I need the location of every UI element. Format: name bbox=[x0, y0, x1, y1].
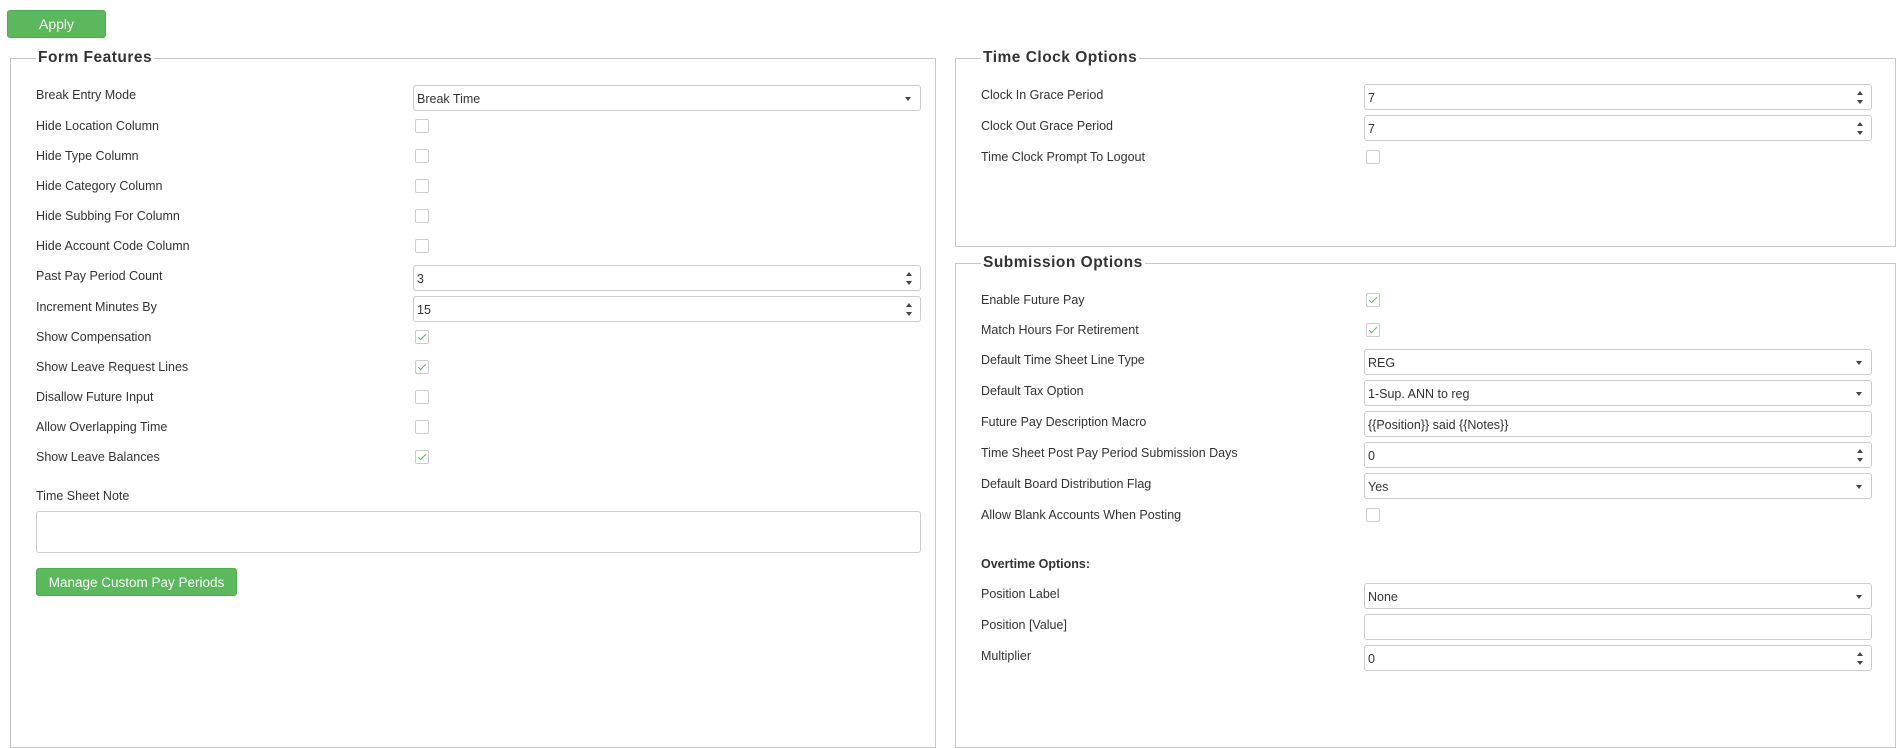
clock-out-grace-period-input[interactable]: 7 bbox=[1364, 115, 1872, 141]
spinner-down-icon[interactable] bbox=[1857, 458, 1863, 462]
allow-blank-accounts-label: Allow Blank Accounts When Posting bbox=[981, 508, 1182, 522]
future-pay-description-macro-value: {{Position}} said {{Notes}} bbox=[1368, 418, 1509, 432]
spinner-down-icon[interactable] bbox=[1857, 661, 1863, 665]
show-leave-balances-checkbox[interactable] bbox=[415, 450, 429, 464]
disallow-future-input-checkbox[interactable] bbox=[415, 390, 429, 404]
increment-minutes-by-label: Increment Minutes By bbox=[36, 300, 157, 314]
show-leave-request-lines-label: Show Leave Request Lines bbox=[36, 360, 189, 374]
spinner-down-icon[interactable] bbox=[906, 312, 912, 316]
overtime-options-heading: Overtime Options: bbox=[981, 557, 1091, 571]
multiplier-label: Multiplier bbox=[981, 649, 1032, 663]
time-clock-options-panel: Time Clock Options Clock In Grace Period… bbox=[955, 49, 1896, 247]
checkmark-icon bbox=[1368, 324, 1378, 334]
hide-location-column-label: Hide Location Column bbox=[36, 119, 159, 133]
break-entry-mode-label: Break Entry Mode bbox=[36, 88, 137, 102]
manage-custom-pay-periods-button[interactable]: Manage Custom Pay Periods bbox=[36, 568, 237, 596]
spinner-up-icon[interactable] bbox=[1857, 652, 1863, 656]
clock-in-grace-period-label: Clock In Grace Period bbox=[981, 88, 1104, 102]
allow-blank-accounts-checkbox[interactable] bbox=[1366, 508, 1380, 522]
checkmark-icon bbox=[1368, 294, 1378, 304]
break-entry-mode-value: Break Time bbox=[417, 92, 481, 106]
clock-in-grace-period-input[interactable]: 7 bbox=[1364, 84, 1872, 110]
form-features-title: Form Features bbox=[36, 49, 155, 67]
submission-options-panel: Submission Options Enable Future Pay Mat… bbox=[955, 254, 1896, 748]
future-pay-description-macro-label: Future Pay Description Macro bbox=[981, 415, 1147, 429]
spinner-up-icon[interactable] bbox=[1857, 122, 1863, 126]
show-leave-balances-label: Show Leave Balances bbox=[36, 450, 160, 464]
submission-options-title: Submission Options bbox=[981, 254, 1145, 272]
clock-out-grace-period-label: Clock Out Grace Period bbox=[981, 119, 1113, 133]
increment-minutes-by-input[interactable]: 15 bbox=[413, 296, 921, 322]
position-label-select[interactable]: None bbox=[1364, 583, 1872, 609]
checkmark-icon bbox=[417, 331, 427, 341]
break-entry-mode-select[interactable]: Break Time bbox=[413, 85, 921, 111]
default-board-distribution-flag-value: Yes bbox=[1368, 480, 1389, 494]
enable-future-pay-checkbox[interactable] bbox=[1366, 293, 1380, 307]
position-label-value: None bbox=[1368, 590, 1398, 604]
chevron-down-icon bbox=[1856, 392, 1862, 396]
chevron-down-icon bbox=[905, 97, 911, 101]
hide-category-column-checkbox[interactable] bbox=[415, 179, 429, 193]
past-pay-period-count-label: Past Pay Period Count bbox=[36, 269, 163, 283]
enable-future-pay-label: Enable Future Pay bbox=[981, 293, 1085, 307]
default-time-sheet-line-type-label: Default Time Sheet Line Type bbox=[981, 353, 1145, 367]
chevron-down-icon bbox=[1856, 485, 1862, 489]
hide-location-column-checkbox[interactable] bbox=[415, 119, 429, 133]
position-value-input[interactable] bbox=[1364, 614, 1872, 640]
hide-type-column-checkbox[interactable] bbox=[415, 149, 429, 163]
spinner-down-icon[interactable] bbox=[1857, 100, 1863, 104]
spinner-up-icon[interactable] bbox=[906, 303, 912, 307]
show-compensation-checkbox[interactable] bbox=[415, 330, 429, 344]
time-sheet-note-textarea[interactable] bbox=[36, 511, 921, 553]
match-hours-for-retirement-checkbox[interactable] bbox=[1366, 323, 1380, 337]
position-label-label: Position Label bbox=[981, 587, 1060, 601]
post-pay-period-submission-days-label: Time Sheet Post Pay Period Submission Da… bbox=[981, 446, 1238, 460]
chevron-down-icon bbox=[1856, 361, 1862, 365]
match-hours-for-retirement-label: Match Hours For Retirement bbox=[981, 323, 1139, 337]
allow-overlapping-time-checkbox[interactable] bbox=[415, 420, 429, 434]
form-features-panel: Form Features Break Entry Mode Break Tim… bbox=[10, 49, 936, 748]
chevron-down-icon bbox=[1856, 595, 1862, 599]
multiplier-input[interactable]: 0 bbox=[1364, 645, 1872, 671]
spinner-down-icon[interactable] bbox=[1857, 131, 1863, 135]
time-clock-prompt-to-logout-checkbox[interactable] bbox=[1366, 150, 1380, 164]
hide-account-code-column-label: Hide Account Code Column bbox=[36, 239, 190, 253]
past-pay-period-count-input[interactable]: 3 bbox=[413, 265, 921, 291]
apply-button[interactable]: Apply bbox=[7, 10, 106, 38]
hide-type-column-label: Hide Type Column bbox=[36, 149, 139, 163]
show-leave-request-lines-checkbox[interactable] bbox=[415, 360, 429, 374]
time-clock-prompt-to-logout-label: Time Clock Prompt To Logout bbox=[981, 150, 1145, 164]
increment-minutes-by-value: 15 bbox=[417, 303, 431, 317]
time-sheet-note-label: Time Sheet Note bbox=[36, 489, 130, 503]
default-time-sheet-line-type-select[interactable]: REG bbox=[1364, 349, 1872, 375]
past-pay-period-count-value: 3 bbox=[417, 272, 424, 286]
default-tax-option-select[interactable]: 1-Sup. ANN to reg bbox=[1364, 380, 1872, 406]
checkmark-icon bbox=[417, 361, 427, 371]
multiplier-value: 0 bbox=[1368, 652, 1375, 666]
future-pay-description-macro-input[interactable]: {{Position}} said {{Notes}} bbox=[1364, 411, 1872, 437]
hide-category-column-label: Hide Category Column bbox=[36, 179, 163, 193]
time-clock-options-title: Time Clock Options bbox=[981, 49, 1140, 67]
clock-in-grace-period-value: 7 bbox=[1368, 91, 1375, 105]
checkmark-icon bbox=[417, 451, 427, 461]
hide-subbing-for-column-checkbox[interactable] bbox=[415, 209, 429, 223]
default-board-distribution-flag-label: Default Board Distribution Flag bbox=[981, 477, 1152, 491]
post-pay-period-submission-days-input[interactable]: 0 bbox=[1364, 442, 1872, 468]
spinner-up-icon[interactable] bbox=[906, 272, 912, 276]
position-value-label: Position [Value] bbox=[981, 618, 1067, 632]
spinner-down-icon[interactable] bbox=[906, 281, 912, 285]
disallow-future-input-label: Disallow Future Input bbox=[36, 390, 154, 404]
allow-overlapping-time-label: Allow Overlapping Time bbox=[36, 420, 168, 434]
hide-subbing-for-column-label: Hide Subbing For Column bbox=[36, 209, 180, 223]
spinner-up-icon[interactable] bbox=[1857, 91, 1863, 95]
post-pay-period-submission-days-value: 0 bbox=[1368, 449, 1375, 463]
default-board-distribution-flag-select[interactable]: Yes bbox=[1364, 473, 1872, 499]
hide-account-code-column-checkbox[interactable] bbox=[415, 239, 429, 253]
default-tax-option-label: Default Tax Option bbox=[981, 384, 1084, 398]
default-tax-option-value: 1-Sup. ANN to reg bbox=[1368, 387, 1470, 401]
default-time-sheet-line-type-value: REG bbox=[1368, 356, 1396, 370]
spinner-up-icon[interactable] bbox=[1857, 449, 1863, 453]
clock-out-grace-period-value: 7 bbox=[1368, 122, 1375, 136]
show-compensation-label: Show Compensation bbox=[36, 330, 152, 344]
